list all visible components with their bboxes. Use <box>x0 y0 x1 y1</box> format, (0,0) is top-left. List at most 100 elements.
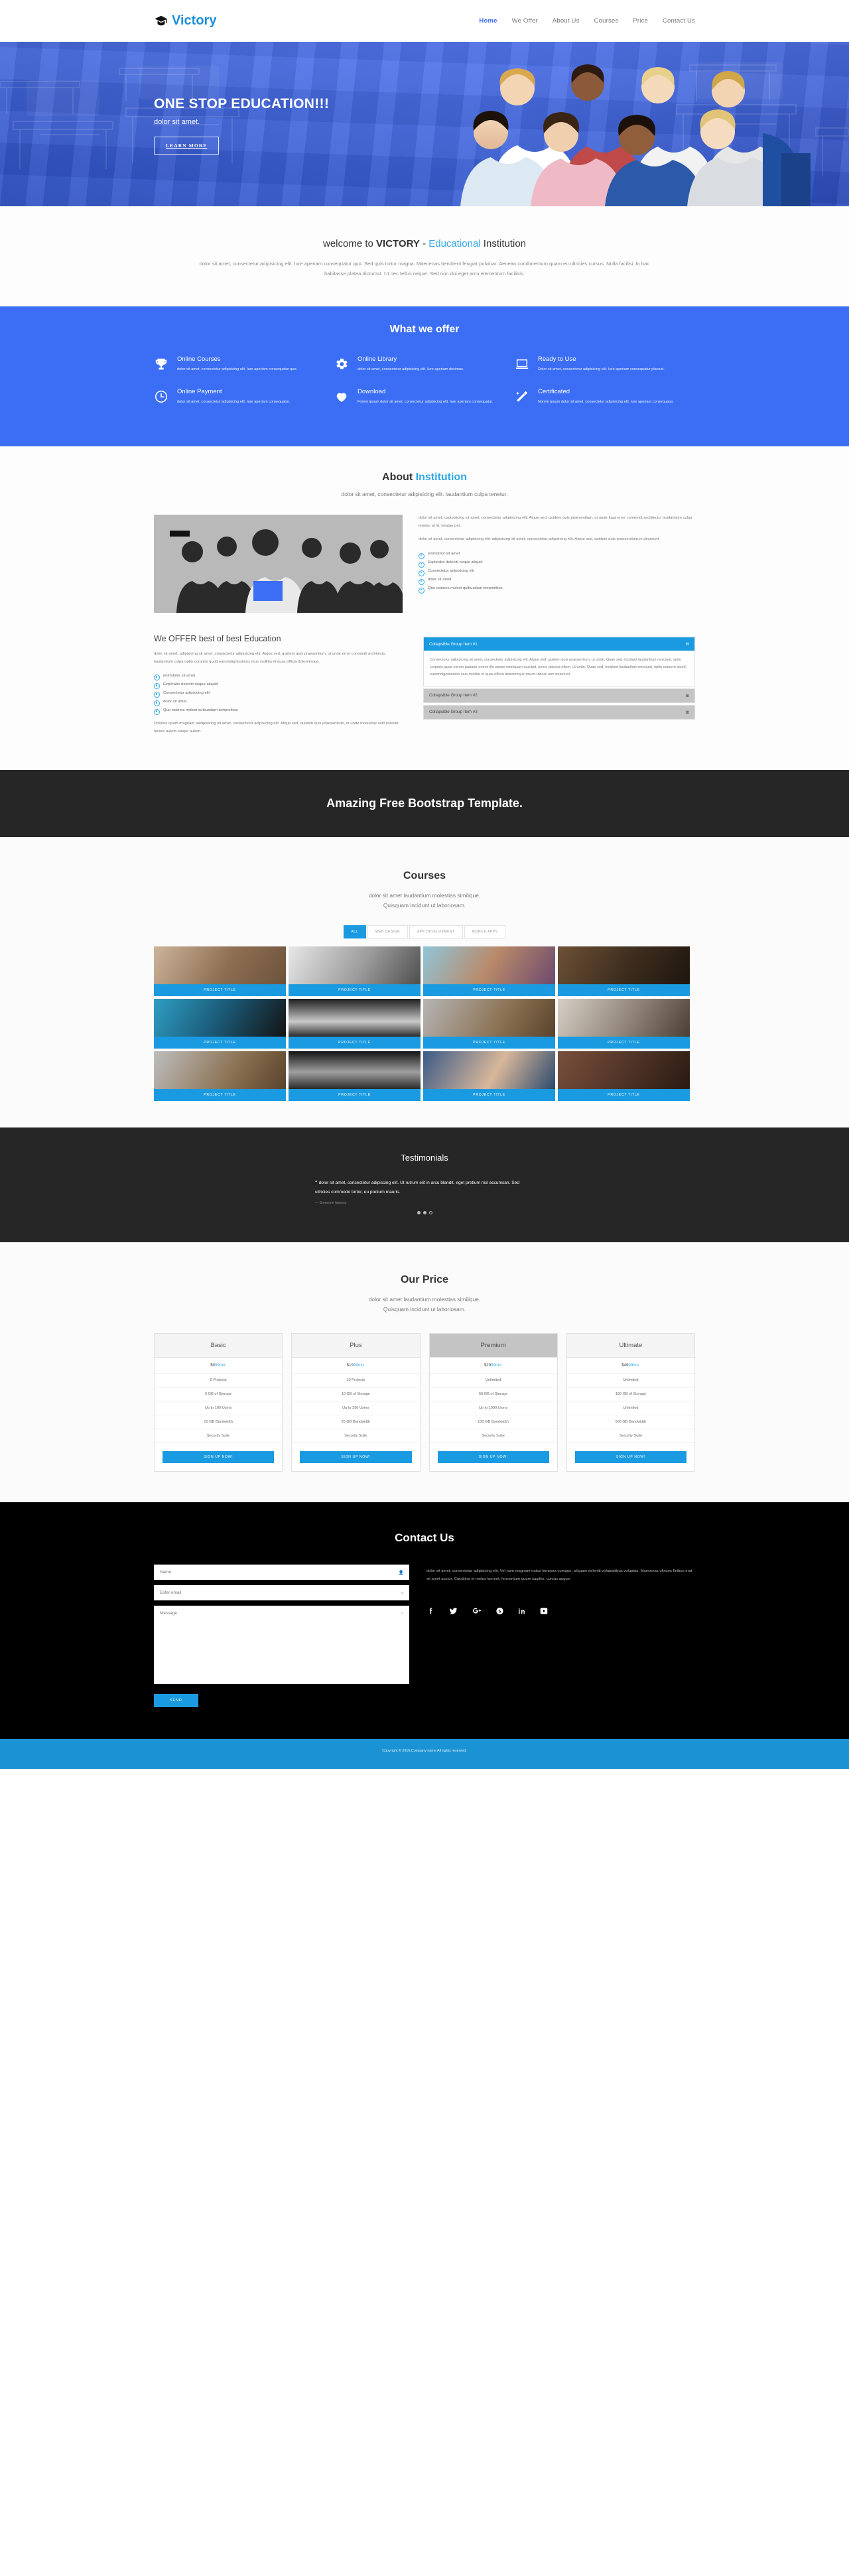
nav-link-home[interactable]: Home <box>479 17 497 25</box>
signup-button[interactable]: SIGN UP NOW! <box>574 1451 686 1463</box>
offer-item-title: Ready to Use <box>537 355 576 363</box>
skype-icon[interactable]: S <box>495 1606 504 1616</box>
plan-feature: Unlimited <box>429 1374 557 1387</box>
minus-icon[interactable]: ⊟ <box>686 641 689 647</box>
course-card[interactable]: PROJECT TITLE <box>423 1051 555 1102</box>
offer-item-title: Online Payment <box>177 387 222 395</box>
pricing-plans: Basic $999mo. 5 Projects 5 GB of Storage… <box>154 1333 695 1472</box>
about-paragraph-2: dolor sit amet, consectetur adipisicing … <box>419 537 660 542</box>
mug-keyboard-photo <box>289 946 421 985</box>
course-card[interactable]: PROJECT TITLE <box>154 1051 286 1102</box>
envelope-icon: ✉ <box>400 1590 404 1596</box>
learn-more-button[interactable]: LEARN MORE <box>154 137 220 155</box>
offer-section: What we offer Online Courses dolor sit a… <box>0 306 849 447</box>
testimonial-text: dolor sit amet, consectetur adipiscing e… <box>315 1181 519 1194</box>
laptop-desk-photo <box>558 999 690 1037</box>
plus-icon[interactable]: ⊞ <box>686 693 689 698</box>
list-item: Quo issimos molest quibusdam temporibus <box>419 584 695 594</box>
filter-app-development[interactable]: APP DEVELOPMENT <box>409 925 463 939</box>
course-card[interactable]: PROJECT TITLE <box>154 946 286 997</box>
course-card-title: PROJECT TITLE <box>154 1089 286 1102</box>
desk-glasses-photo <box>423 999 555 1037</box>
about-lead: dolor sit amet, consectetur adipisicing … <box>341 491 508 498</box>
facebook-icon[interactable] <box>426 1606 435 1616</box>
plan-feature: Security Suite <box>155 1429 283 1443</box>
course-card[interactable]: PROJECT TITLE <box>289 999 421 1049</box>
plan-feature: 100 GB Bandwidth <box>429 1415 557 1429</box>
email-field-wrapper: ✉ <box>154 1585 409 1600</box>
welcome-brand: VICTORY <box>376 238 420 249</box>
testimonials-title: Testimonials <box>401 1153 448 1163</box>
graduation-cap-icon <box>154 14 168 29</box>
youtube-icon[interactable] <box>539 1606 549 1616</box>
plan-feature: Up to 250 Users <box>292 1401 420 1415</box>
twitter-icon[interactable] <box>448 1606 458 1616</box>
accordion-header-1[interactable]: Collapsible Group Item #1 ⊟ <box>424 637 694 651</box>
carousel-dot-3[interactable] <box>428 1210 432 1214</box>
brand-name: Victory <box>172 13 217 28</box>
pencil-icon: ✎ <box>400 1611 404 1616</box>
best-paragraph-2: Dolores quam magnam aadipisicing sit ame… <box>154 722 400 734</box>
course-card[interactable]: PROJECT TITLE <box>423 999 555 1049</box>
promo-banner: Amazing Free Bootstrap Template. <box>0 770 849 838</box>
course-card[interactable]: PROJECT TITLE <box>558 999 690 1049</box>
brick-table-photo <box>558 1051 690 1090</box>
offer-item-text: dolor sit amet, consectetur adipisicing … <box>357 367 464 372</box>
plan-feature: 10 GB of Storage <box>292 1387 420 1401</box>
filter-mobile-apps[interactable]: MOBILE APPS <box>464 925 506 939</box>
filter-web-design[interactable]: WEB DESIGN <box>367 925 408 939</box>
courses-title: Courses <box>403 870 446 882</box>
linkedin-icon[interactable] <box>517 1606 526 1616</box>
plan-price-period: mo. <box>219 1363 227 1368</box>
list-item: Explicabo deleniti neque aliquid <box>154 680 406 690</box>
google-plus-icon[interactable] <box>472 1606 482 1616</box>
nav-link-about-us[interactable]: About Us <box>553 17 580 25</box>
course-card[interactable]: PROJECT TITLE <box>289 946 421 997</box>
message-textarea[interactable] <box>154 1606 409 1684</box>
quote-mark-icon: “ <box>315 1180 318 1186</box>
signup-button[interactable]: SIGN UP NOW! <box>163 1451 275 1463</box>
courses-lead-line-2: Quisquam incidunt ut laboriosam. <box>383 902 466 909</box>
desk-glasses-photo-2 <box>154 1051 286 1090</box>
signup-button[interactable]: SIGN UP NOW! <box>300 1451 412 1463</box>
plan-feature: 5 Projects <box>155 1374 283 1387</box>
nav-link-contact-us[interactable]: Contact Us <box>663 17 695 25</box>
nav-link-we-offer[interactable]: We Offer <box>512 17 538 25</box>
brand-logo[interactable]: Victory <box>154 13 216 29</box>
plan-feature: Unlimited <box>566 1401 694 1415</box>
course-grid: PROJECT TITLE PROJECT TITLE PROJECT TITL… <box>154 946 695 1102</box>
plan-price: $999mo. <box>155 1358 283 1374</box>
plan-feature: 150 GB of Storage <box>566 1387 694 1401</box>
user-icon: 👤 <box>398 1570 404 1575</box>
plan-price: $4999mo. <box>566 1358 694 1374</box>
filter-all[interactable]: ALL <box>343 925 366 939</box>
list-item: enimdolor sit amet <box>419 550 695 559</box>
plus-icon[interactable]: ⊞ <box>686 710 689 715</box>
nav-link-courses[interactable]: Courses <box>594 17 619 25</box>
plan-feature: Security Suite <box>292 1429 420 1443</box>
course-card[interactable]: PROJECT TITLE <box>289 1051 421 1102</box>
main-nav: Home We Offer About Us Courses Price Con… <box>479 17 695 25</box>
course-filters: ALL WEB DESIGN APP DEVELOPMENT MOBILE AP… <box>154 925 695 939</box>
name-input[interactable] <box>154 1565 409 1580</box>
contact-title: Contact Us <box>395 1531 454 1544</box>
course-card[interactable]: PROJECT TITLE <box>558 1051 690 1102</box>
nav-link-price[interactable]: Price <box>633 17 648 25</box>
best-bullet-list: enimdolor sit amet Explicabo deleniti ne… <box>154 671 406 716</box>
carousel-dot-1[interactable] <box>417 1210 421 1214</box>
hero-content: ONE STOP EDUCATION!!! dolor sit amet. LE… <box>154 96 329 155</box>
accordion-header-2[interactable]: Collapsible Group Item #2 ⊞ <box>424 688 694 702</box>
offer-item-download: Download Forem ipsum dolor sit amet, con… <box>334 388 515 420</box>
course-card[interactable]: PROJECT TITLE <box>558 946 690 997</box>
camera-hands-photo <box>423 1051 555 1090</box>
course-card[interactable]: PROJECT TITLE <box>423 946 555 997</box>
welcome-pre: welcome to <box>322 238 377 249</box>
carousel-dot-2[interactable] <box>423 1210 426 1214</box>
testimonial-author: — Someone famous <box>315 1200 347 1205</box>
accordion-header-3[interactable]: Collapsible Group Item #3 ⊞ <box>424 705 694 719</box>
course-card[interactable]: PROJECT TITLE <box>154 999 286 1049</box>
about-bullet-list: enimdolor sit amet Explicabo deleniti ne… <box>419 550 695 594</box>
email-input[interactable] <box>154 1585 409 1600</box>
send-button[interactable]: SEND <box>154 1694 198 1707</box>
signup-button[interactable]: SIGN UP NOW! <box>437 1451 549 1463</box>
